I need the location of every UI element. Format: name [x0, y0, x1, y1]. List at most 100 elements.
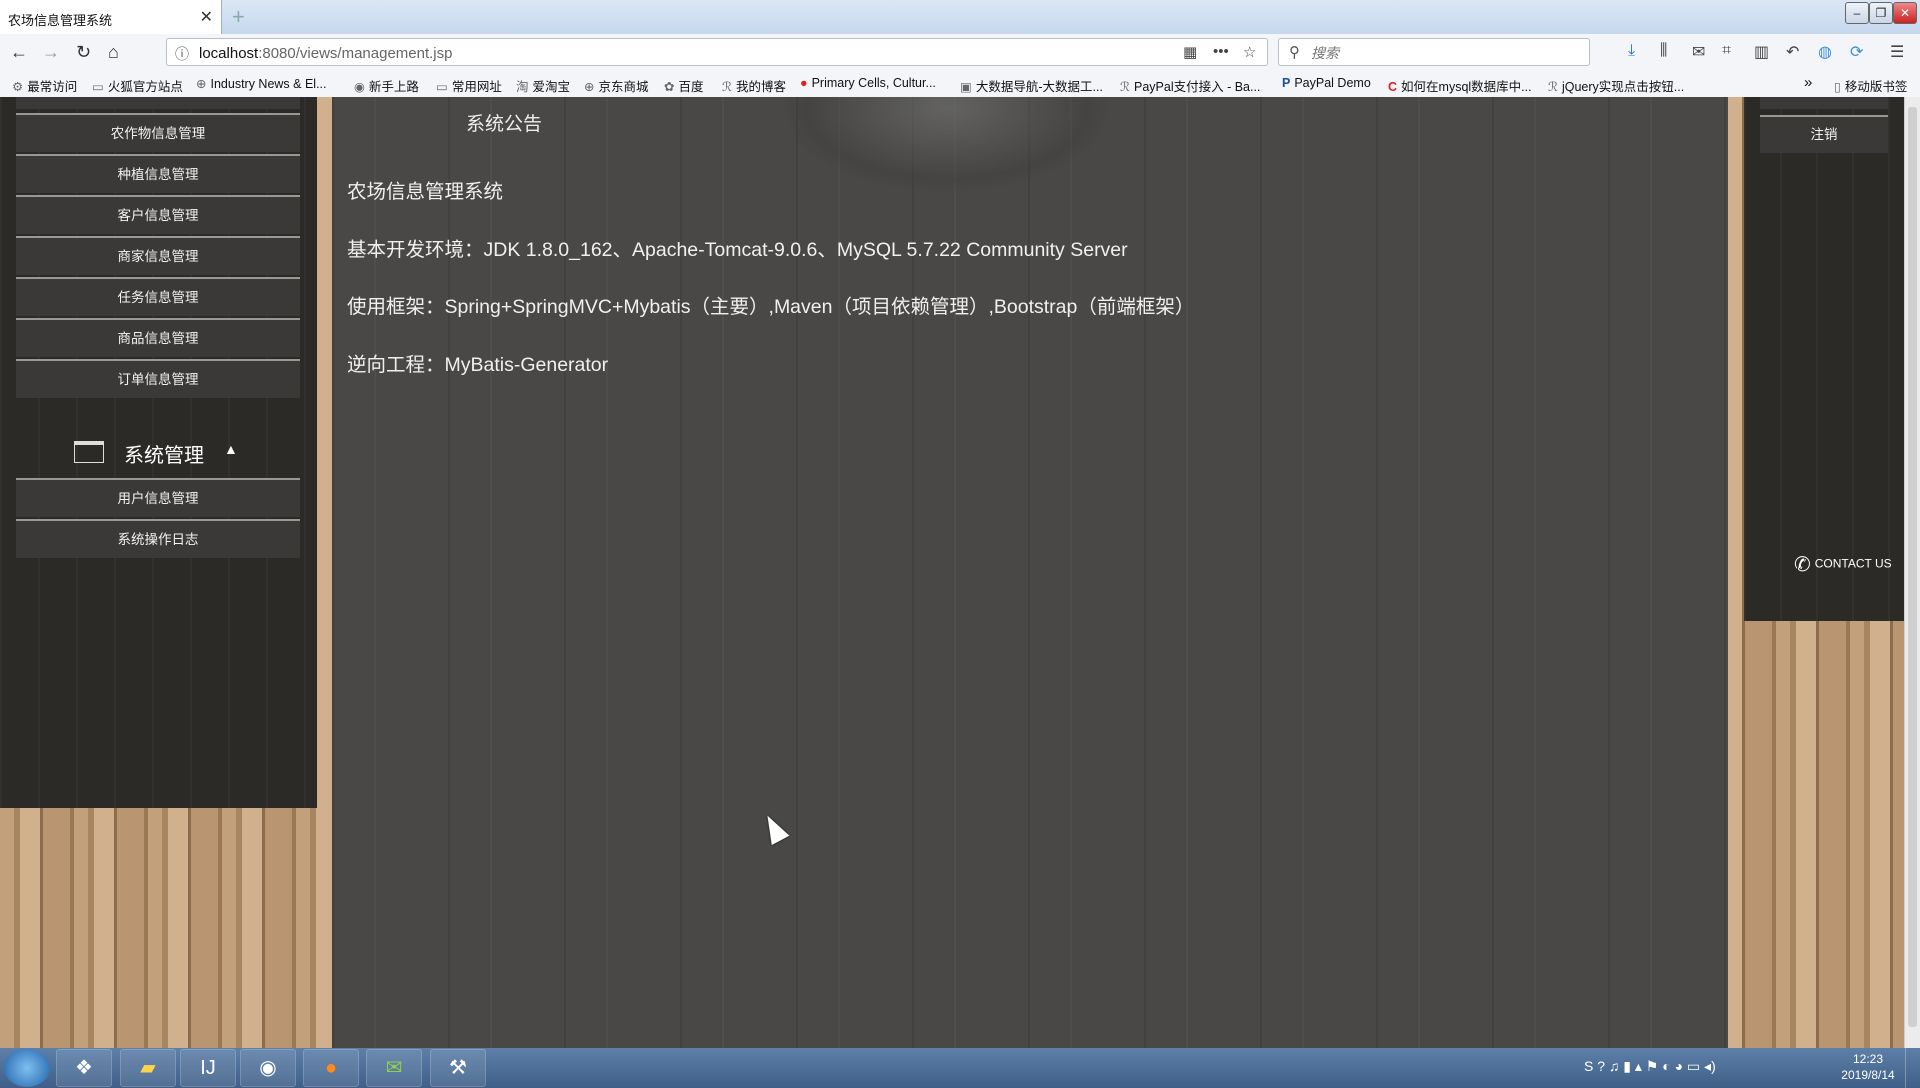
wechat-icon[interactable]: ✉: [366, 1049, 422, 1087]
bookmark-item[interactable]: ℛ PayPal支付接入 - Ba...: [1120, 76, 1260, 95]
bookmark-item[interactable]: ⊕ 京东商城: [584, 76, 649, 95]
clock-time: 12:23: [1852, 1052, 1884, 1066]
bookmark-item[interactable]: ▣ 大数据导航-大数据工...: [960, 76, 1103, 95]
window-close-button[interactable]: ✕: [1893, 2, 1917, 24]
sidebar-item-oplog[interactable]: 系统操作日志: [16, 519, 300, 558]
globe-icon: ⊕: [196, 77, 207, 91]
scrollbar-thumb[interactable]: [1908, 107, 1917, 1027]
eclipse-icon[interactable]: ◉: [240, 1049, 296, 1087]
notice-line-system: 农场信息管理系统: [347, 181, 504, 203]
clock-date: 2019/8/14: [1841, 1068, 1895, 1082]
bookmark-item[interactable]: 淘爱淘宝: [516, 76, 570, 95]
bookmark-item[interactable]: ▭ 火狐官方站点: [92, 76, 183, 95]
crop-icon[interactable]: ⌗: [1722, 42, 1731, 60]
sidebar-item-goods[interactable]: 商品信息管理: [16, 318, 300, 357]
browser-tab[interactable]: 农场信息管理系统 ✕: [0, 0, 222, 34]
search-box[interactable]: ⚲: [1278, 38, 1590, 66]
page-actions-icon[interactable]: •••: [1213, 43, 1229, 60]
navigation-toolbar: ← → ↻ ⌂ ⓘ localhost:8080/views/managemen…: [0, 34, 1920, 73]
folder-icon: ▭: [436, 80, 448, 94]
library-icon[interactable]: ⫼: [1660, 42, 1667, 60]
bookmarks-overflow-icon[interactable]: »: [1804, 74, 1812, 91]
bookmark-item[interactable]: ℛjQuery实现点击按钮...: [1548, 76, 1684, 95]
reload-icon[interactable]: ↻: [76, 42, 91, 63]
page-scrollbar[interactable]: [1904, 97, 1920, 1048]
sidebar-item-tasks[interactable]: 任务信息管理: [16, 277, 300, 316]
globe-icon[interactable]: ◍: [1818, 42, 1832, 62]
blog-icon: ℛ: [1120, 80, 1130, 94]
sidebar-item-cutoff[interactable]: [16, 97, 300, 109]
bookmark-icon: ⚙: [12, 80, 24, 94]
sidebar-item-crops[interactable]: 农作物信息管理: [16, 113, 300, 152]
blog-icon: ℛ: [722, 80, 732, 94]
lamp-decoration: [782, 97, 1112, 192]
sidebar-item-users[interactable]: 用户信息管理: [16, 478, 300, 517]
bookmark-star-icon[interactable]: ☆: [1243, 43, 1256, 61]
qr-code-icon[interactable]: ▦: [1183, 43, 1197, 61]
tab-title: 农场信息管理系统: [8, 13, 113, 28]
primary-cells-icon: ●: [800, 76, 808, 90]
baidu-icon: ✿: [664, 80, 675, 94]
browser-titlebar: 农场信息管理系统 ✕ + – ❐ ✕: [0, 0, 1920, 34]
mobile-bookmarks[interactable]: ▯ 移动版书签: [1834, 76, 1907, 95]
minimize-button[interactable]: –: [1845, 2, 1869, 24]
undo-icon[interactable]: ↶: [1786, 42, 1799, 62]
paypal-icon: P: [1282, 76, 1291, 90]
tab-close-icon[interactable]: ✕: [200, 7, 213, 27]
search-input[interactable]: [1309, 42, 1573, 64]
site-info-icon[interactable]: ⓘ: [175, 44, 189, 64]
bookmark-item[interactable]: P PayPal Demo: [1282, 76, 1371, 90]
tool-icon[interactable]: ⚒: [430, 1049, 486, 1087]
bookmark-item[interactable]: ⚙ 最常访问: [12, 76, 77, 95]
address-bar[interactable]: ⓘ localhost:8080/views/management.jsp ▦ …: [166, 38, 1268, 66]
windows-logo-icon[interactable]: ❖: [56, 1049, 112, 1087]
page-viewport: 农作物信息管理 种植信息管理 客户信息管理 商家信息管理 任务信息管理 商品信息…: [0, 97, 1920, 1048]
mobile-icon: ▯: [1834, 80, 1841, 94]
show-desktop-button[interactable]: [1905, 1048, 1920, 1088]
notice-line-environment: 基本开发环境：JDK 1.8.0_162、Apache-Tomcat-9.0.6…: [347, 239, 1128, 261]
download-icon[interactable]: ⤓: [1628, 42, 1635, 60]
url-text[interactable]: localhost:8080/views/management.jsp: [199, 45, 452, 62]
system-tray[interactable]: S ? ♫ ▮ ▴ ⚑ ◐ ◕ ▭ ◂): [1584, 1058, 1716, 1075]
csdn-icon: C: [1388, 80, 1398, 94]
bookmark-item[interactable]: ▭ 常用网址: [436, 76, 502, 95]
notice-line-framework: 使用框架：Spring+SpringMVC+Mybatis（主要）,Maven（…: [347, 296, 1195, 318]
right-panel: 注销 ✆ CONTACT US: [1744, 97, 1904, 621]
main-content: 系统公告 农场信息管理系统 基本开发环境：JDK 1.8.0_162、Apach…: [332, 97, 1728, 1048]
bookmark-item[interactable]: ⊕ Industry News & El...: [196, 76, 327, 91]
clock[interactable]: 12:23 2019/8/14: [1838, 1051, 1898, 1083]
firefox-icon: ◉: [354, 80, 365, 94]
sidebar-group-label: 系统管理: [124, 445, 204, 467]
bookmark-item[interactable]: ◉ 新手上路: [354, 76, 419, 95]
logout-button[interactable]: 注销: [1760, 115, 1888, 153]
start-button[interactable]: [4, 1049, 50, 1087]
bookmark-item[interactable]: ✿ 百度: [664, 76, 704, 95]
sidebar-icon[interactable]: ▥: [1754, 42, 1769, 62]
intellij-icon[interactable]: IJ: [180, 1049, 236, 1087]
sidebar-item-orders[interactable]: 订单信息管理: [16, 359, 300, 398]
explorer-icon[interactable]: ▰: [120, 1049, 176, 1087]
new-tab-button[interactable]: +: [232, 4, 245, 30]
taobao-icon: 淘: [516, 80, 529, 94]
home-icon[interactable]: ⌂: [108, 42, 119, 63]
contact-us-link[interactable]: ✆ CONTACT US: [1794, 552, 1892, 577]
notice-line-generator: 逆向工程：MyBatis-Generator: [347, 354, 609, 376]
bookmark-item[interactable]: ● Primary Cells, Cultur...: [800, 76, 936, 90]
forward-icon[interactable]: →: [42, 42, 60, 63]
restore-button[interactable]: ❐: [1869, 2, 1893, 24]
back-icon[interactable]: ←: [10, 42, 28, 63]
sidebar-item-planting[interactable]: 种植信息管理: [16, 154, 300, 193]
menu-icon[interactable]: ☰: [1890, 42, 1904, 62]
chevron-up-icon[interactable]: ▲: [224, 441, 238, 457]
sync-icon[interactable]: ⟳: [1850, 42, 1863, 62]
firefox-icon[interactable]: ●: [303, 1049, 359, 1087]
sidebar-item-merchants[interactable]: 商家信息管理: [16, 236, 300, 275]
folder-icon: ▭: [92, 80, 104, 94]
left-sidebar: 农作物信息管理 种植信息管理 客户信息管理 商家信息管理 任务信息管理 商品信息…: [0, 97, 317, 808]
chat-icon[interactable]: ✉: [1692, 42, 1705, 62]
sidebar-item-customers[interactable]: 客户信息管理: [16, 195, 300, 234]
right-item-cutoff[interactable]: [1760, 97, 1888, 109]
bookmark-item[interactable]: C 如何在mysql数据库中...: [1388, 76, 1532, 95]
bookmark-item[interactable]: ℛ 我的博客: [722, 76, 786, 95]
phone-icon: ✆: [1794, 554, 1811, 576]
